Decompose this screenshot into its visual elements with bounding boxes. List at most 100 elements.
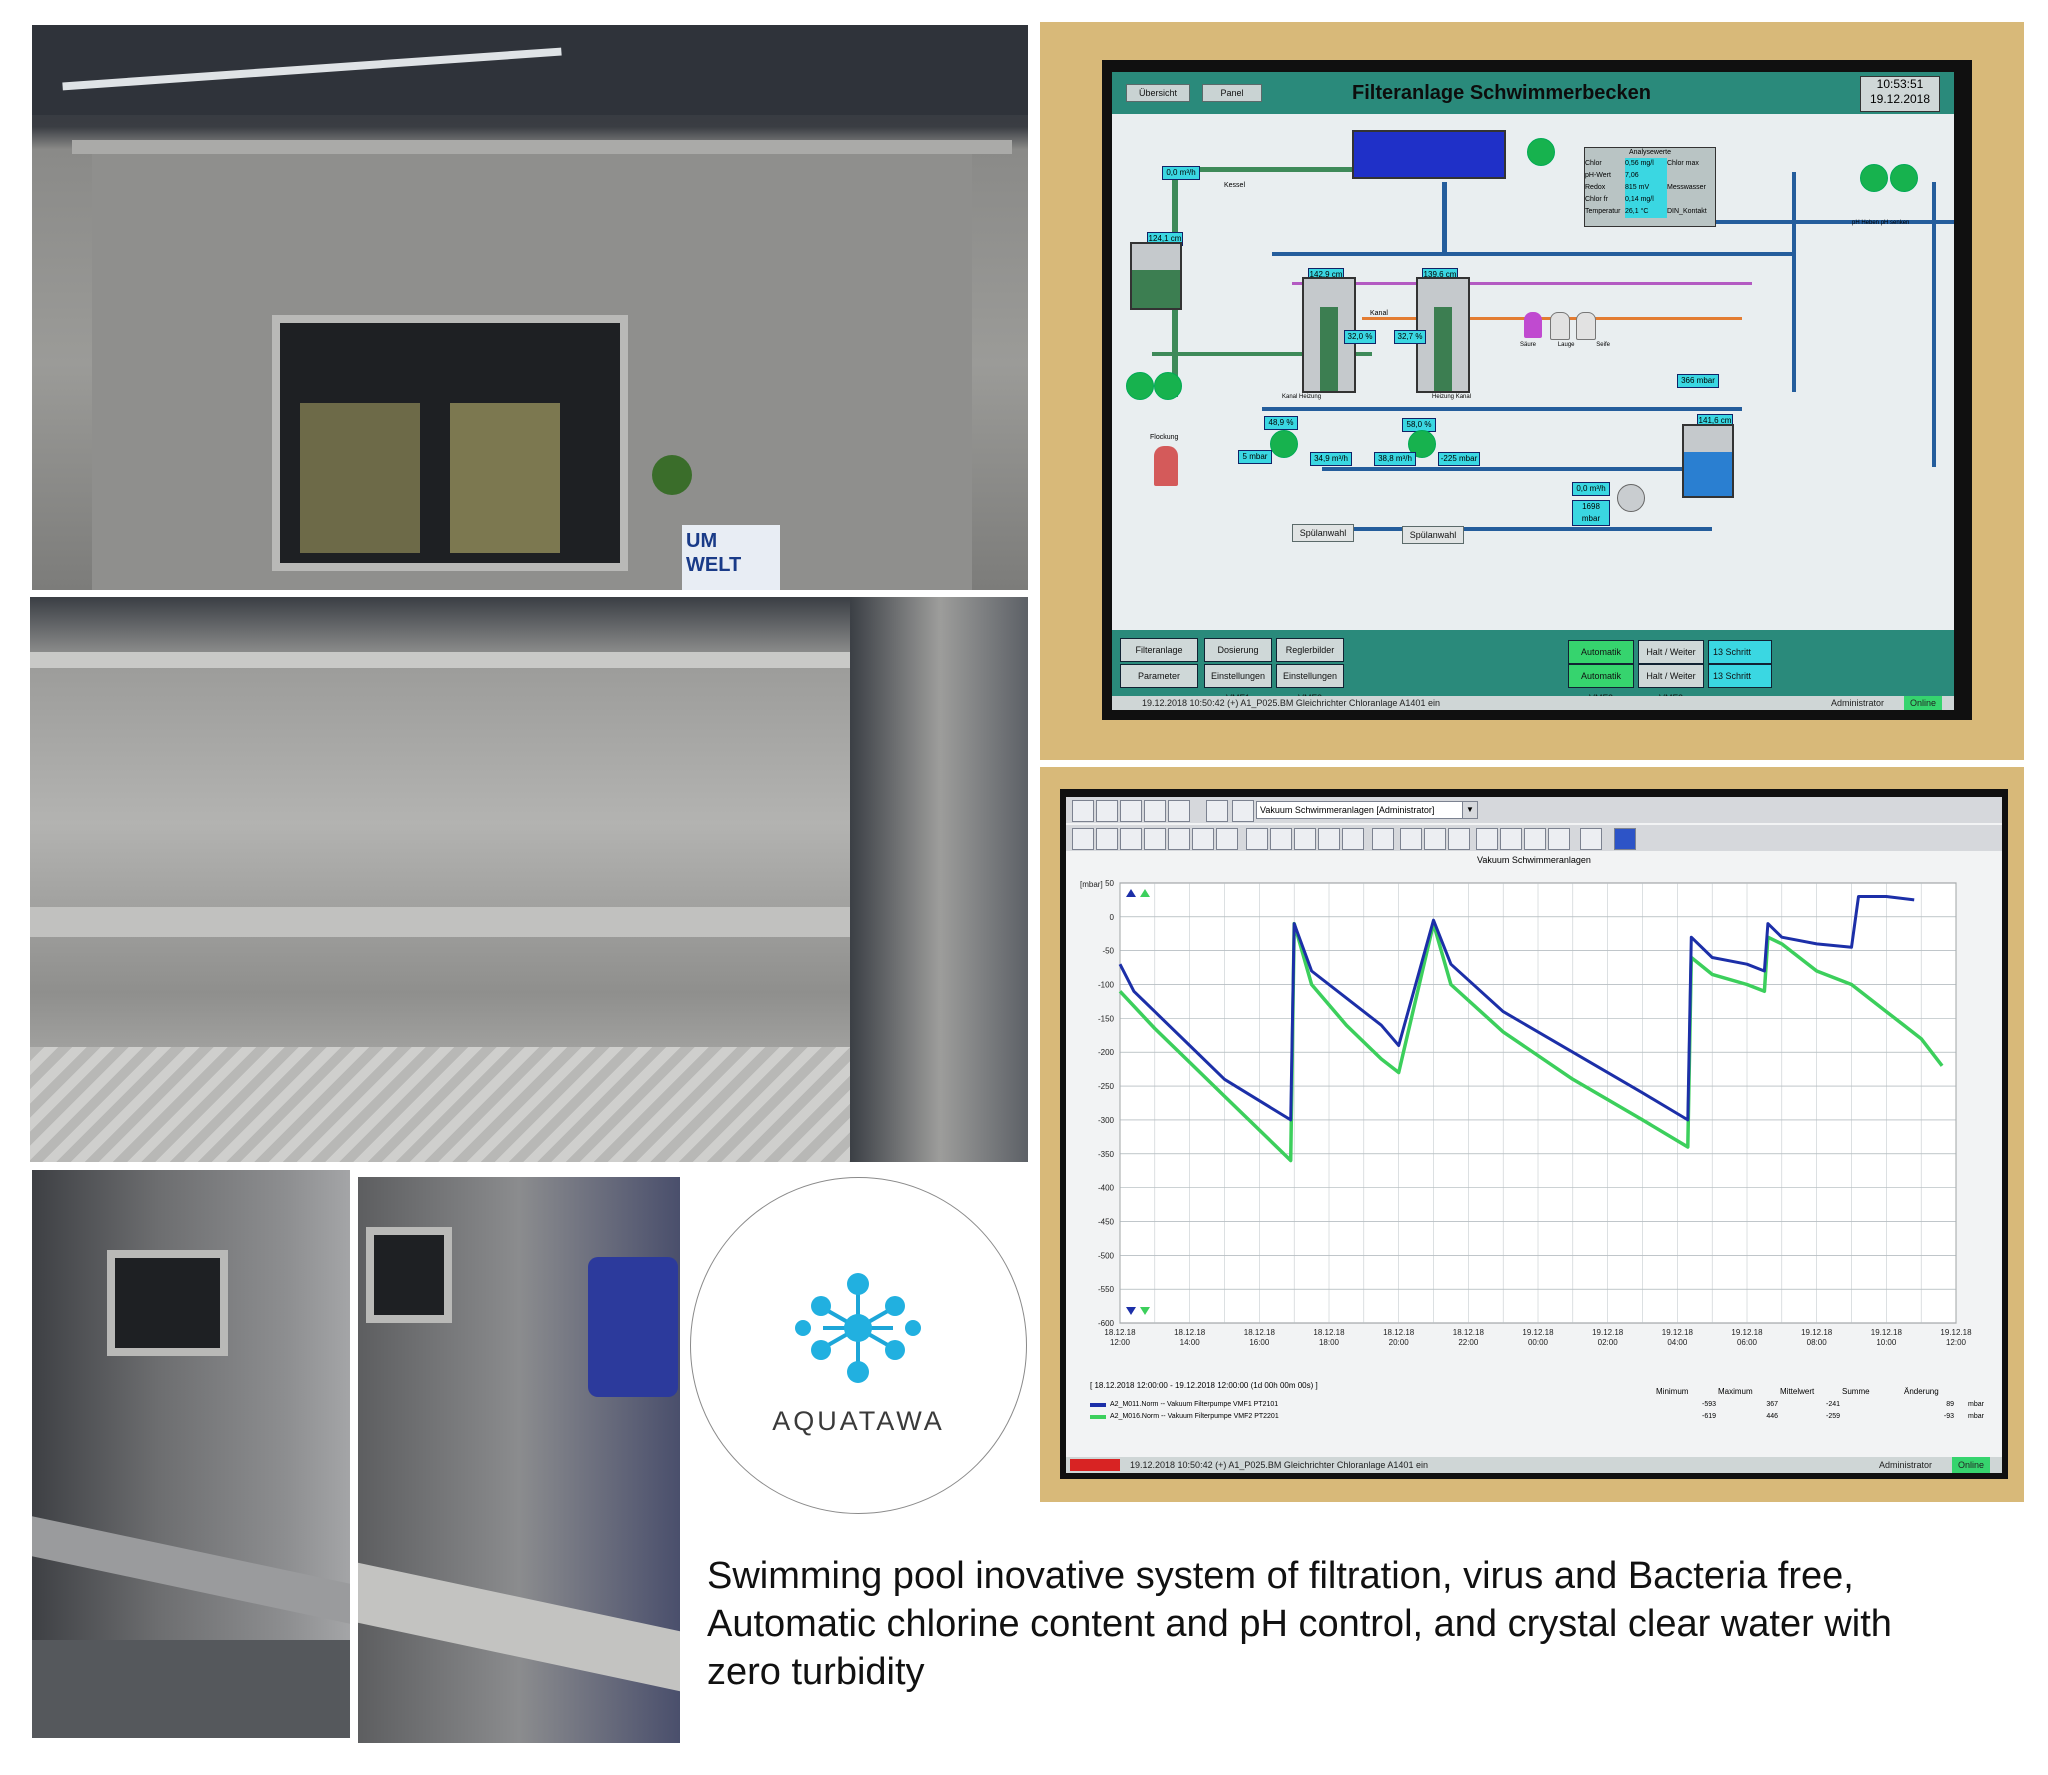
halt-vmf2-button[interactable]: Halt / Weiter VMF2 bbox=[1638, 664, 1704, 703]
caption-line-2: Automatic chlorine content and pH contro… bbox=[707, 1603, 1892, 1645]
hmi-screen: Übersicht Panel Filteranlage Schwimmerbe… bbox=[1112, 72, 1954, 710]
tool-icon[interactable] bbox=[1206, 800, 1228, 822]
tool-icon[interactable] bbox=[1168, 800, 1190, 822]
x-tick-label: 12:00 bbox=[1946, 1338, 1967, 1347]
caption-line-1: Swimming pool inovative system of filtra… bbox=[707, 1555, 1854, 1597]
panel-button[interactable]: Panel bbox=[1202, 84, 1262, 102]
y-tick-label: 0 bbox=[1110, 913, 1115, 922]
hmi-status-text: 19.12.2018 10:50:42 (+) A1_P025.BM Gleic… bbox=[1142, 698, 1440, 708]
trend-selector[interactable]: Vakuum Schwimmeranlagen [Administrator] bbox=[1256, 801, 1471, 819]
chart-icon[interactable] bbox=[1342, 828, 1364, 850]
chart-title: Vakuum Schwimmeranlagen bbox=[1477, 855, 1591, 865]
ph-pumps-label: pH Heben pH senken bbox=[1852, 220, 1910, 226]
tool-icon[interactable] bbox=[1524, 828, 1546, 850]
tool-icon[interactable] bbox=[1476, 828, 1498, 850]
exit-icon[interactable] bbox=[1580, 828, 1602, 850]
x-tick-label: 19.12.18 bbox=[1592, 1328, 1624, 1337]
photo-tank-pump bbox=[358, 1177, 680, 1743]
einstellungen-vmf1-button[interactable]: Einstellungen VMF1 bbox=[1204, 664, 1272, 703]
hmi-monitor: Übersicht Panel Filteranlage Schwimmerbe… bbox=[1040, 22, 2024, 760]
y-tick-label: -200 bbox=[1098, 1048, 1115, 1057]
hmi-time: 10:53:51 bbox=[1876, 77, 1924, 91]
x-tick-label: 18.12.18 bbox=[1383, 1328, 1415, 1337]
cursor-icon[interactable] bbox=[1372, 828, 1394, 850]
dosierung-button[interactable]: Dosierung bbox=[1204, 638, 1272, 662]
aquatawa-logo: AQUATAWA bbox=[690, 1177, 1027, 1514]
caption-line-3: zero turbidity bbox=[707, 1651, 925, 1693]
tool-icon[interactable] bbox=[1144, 800, 1166, 822]
hmi-status-state: Online bbox=[1903, 696, 1942, 710]
arrow-left-icon[interactable] bbox=[1168, 828, 1190, 850]
pressure-tag-2: -225 mbar bbox=[1438, 452, 1480, 466]
tool-icon[interactable] bbox=[1144, 828, 1166, 850]
chart-icon[interactable] bbox=[1448, 828, 1470, 850]
trend-status-user: Administrator bbox=[1878, 1460, 1932, 1470]
flockung-label: Flockung bbox=[1150, 434, 1179, 441]
hmi-status-bar: 19.12.2018 10:50:42 (+) A1_P025.BM Gleic… bbox=[1112, 696, 1954, 710]
pct-tag-2: 32,7 % bbox=[1394, 330, 1426, 344]
hmi-status-user: Administrator bbox=[1830, 698, 1884, 708]
trend-toolbar-2 bbox=[1066, 825, 2002, 851]
main-pool-tank bbox=[1352, 130, 1506, 179]
arrow-right-icon[interactable] bbox=[1192, 828, 1214, 850]
einstellungen-vmf2-button[interactable]: Einstellungen VMF2 bbox=[1276, 664, 1344, 703]
x-tick-label: 18:00 bbox=[1319, 1338, 1340, 1347]
chem-labels: Säure Lauge Seife bbox=[1520, 342, 1610, 348]
chart-icon[interactable] bbox=[1318, 828, 1340, 850]
kanal-heizung-label-1: Kanal Heizung bbox=[1282, 394, 1322, 400]
y-axis-label: [mbar] bbox=[1080, 880, 1103, 889]
x-tick-label: 04:00 bbox=[1667, 1338, 1688, 1347]
hmi-title: Filteranlage Schwimmerbecken bbox=[1352, 82, 1652, 104]
ph-lower-pump-icon bbox=[1890, 164, 1918, 192]
spuelwahl-button-2[interactable]: Spülanwahl bbox=[1402, 526, 1464, 544]
x-tick-label: 16:00 bbox=[1249, 1338, 1270, 1347]
chart-icon[interactable] bbox=[1246, 828, 1268, 850]
viewing-window bbox=[272, 315, 628, 571]
spuelwahl-button-1[interactable]: Spülanwahl bbox=[1292, 524, 1354, 542]
automatik-vmf1-button[interactable]: Automatik VMF1 bbox=[1568, 640, 1634, 679]
y-tick-label: -100 bbox=[1098, 981, 1115, 990]
flow-tag-f1: 34,9 m³/h bbox=[1310, 452, 1352, 466]
kanal-label: Kanal bbox=[1370, 310, 1388, 317]
filteranlage-button[interactable]: Filteranlage bbox=[1120, 638, 1198, 662]
eco-label-icon bbox=[652, 455, 692, 495]
tool-icon[interactable] bbox=[1096, 828, 1118, 850]
tool-icon[interactable] bbox=[1072, 828, 1094, 850]
overview-button[interactable]: Übersicht bbox=[1126, 84, 1190, 102]
parameter-button[interactable]: Parameter bbox=[1120, 664, 1198, 688]
tool-icon[interactable] bbox=[1072, 800, 1094, 822]
chart-icon[interactable] bbox=[1294, 828, 1316, 850]
chart-icon[interactable] bbox=[1120, 800, 1142, 822]
x-tick-label: 19.12.18 bbox=[1871, 1328, 1903, 1337]
x-tick-label: 06:00 bbox=[1737, 1338, 1758, 1347]
chart-icon[interactable] bbox=[1424, 828, 1446, 850]
tool-icon[interactable] bbox=[1096, 800, 1118, 822]
zoom-icon[interactable] bbox=[1216, 828, 1238, 850]
legend-row-1: A2_M011.Norm -- Vakuum Filterpumpe VMF1 … bbox=[1090, 1401, 1990, 1408]
y-tick-label: -50 bbox=[1102, 947, 1114, 956]
grid-icon[interactable] bbox=[1548, 828, 1570, 850]
halt-vmf1-button[interactable]: Halt / Weiter VMF1 bbox=[1638, 640, 1704, 679]
hmi-bottom-bar: Filteranlage Parameter Dosierung Einstel… bbox=[1112, 630, 1954, 710]
automatik-vmf2-button[interactable]: Automatik VMF2 bbox=[1568, 664, 1634, 703]
y-tick-label: -500 bbox=[1098, 1251, 1115, 1260]
trend-status-text: 19.12.2018 10:50:42 (+) A1_P025.BM Gleic… bbox=[1130, 1460, 1428, 1470]
y-tick-label: -450 bbox=[1098, 1217, 1115, 1226]
analysis-panel: Analysewerte Chlor 0,56 mg/l Chlor max pH-… bbox=[1584, 147, 1716, 227]
pct-tag-1: 32,0 % bbox=[1344, 330, 1376, 344]
trend-status-state: Online bbox=[1951, 1457, 1990, 1473]
help-icon[interactable] bbox=[1614, 828, 1636, 850]
reglerbilder-button[interactable]: Reglerbilder bbox=[1276, 638, 1344, 662]
x-tick-label: 18.12.18 bbox=[1313, 1328, 1345, 1337]
chart-icon[interactable] bbox=[1270, 828, 1292, 850]
x-tick-label: 19.12.18 bbox=[1662, 1328, 1694, 1337]
logo-wordmark: AQUATAWA bbox=[772, 1406, 945, 1436]
tool-icon[interactable] bbox=[1500, 828, 1522, 850]
trend-screen: Vakuum Schwimmeranlagen [Administrator] … bbox=[1066, 797, 2002, 1473]
y-tick-label: 50 bbox=[1105, 879, 1114, 888]
tool-icon[interactable] bbox=[1232, 800, 1254, 822]
ph-raise-pump-icon bbox=[1860, 164, 1888, 192]
tool-icon[interactable] bbox=[1120, 828, 1142, 850]
chart-icon[interactable] bbox=[1400, 828, 1422, 850]
chevron-down-icon[interactable]: ▼ bbox=[1462, 801, 1478, 819]
